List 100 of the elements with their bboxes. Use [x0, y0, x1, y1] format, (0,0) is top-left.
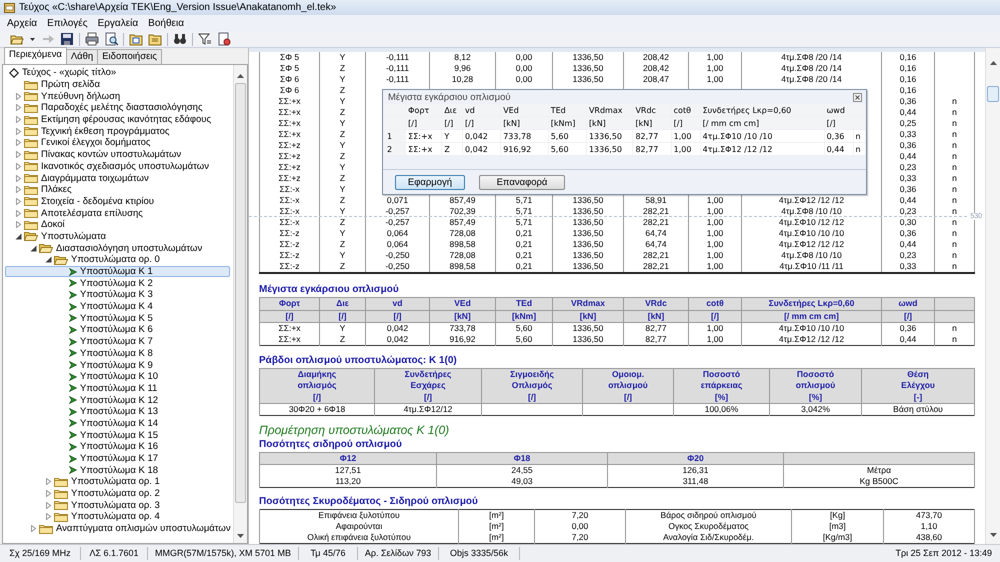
scrollbar[interactable]: [233, 65, 247, 543]
tree-item[interactable]: Υποστύλωμα Κ 11: [5, 382, 230, 394]
expand-arrow-icon[interactable]: [15, 116, 22, 124]
tree-item[interactable]: Υποστύλωμα Κ 6: [5, 324, 230, 336]
expand-arrow-icon[interactable]: [45, 478, 52, 486]
scroll-up-icon[interactable]: [237, 73, 244, 79]
tree-item[interactable]: Πλάκες: [5, 184, 230, 196]
tree-item[interactable]: Υποστύλωμα Κ 5: [5, 312, 230, 324]
tree-item[interactable]: Υποστύλωμα Κ 3: [5, 289, 230, 301]
table-cell: ΣΣ:-z: [260, 239, 320, 250]
tree-item[interactable]: Υποστυλώματα ορ. 0: [5, 254, 230, 266]
table-cell: Βάρος σιδηρού οπλισμού: [626, 509, 792, 521]
tree-item[interactable]: Υποστύλωμα Κ 2: [5, 277, 230, 290]
tree-item[interactable]: Παραδοχές μελέτης διαστασιολόγησης: [5, 102, 230, 114]
expand-arrow-icon[interactable]: [15, 210, 22, 217]
tree-item[interactable]: Αποτελέσματα επίλυσης: [5, 207, 230, 219]
scrollbar[interactable]: [985, 48, 1000, 544]
scroll-thumb[interactable]: [235, 83, 246, 503]
table-cell: ΣΣ:+x: [260, 96, 320, 108]
tree-item[interactable]: Υποστύλωμα Κ 17: [5, 452, 230, 464]
tree-item[interactable]: Υποστύλωμα Κ 12: [5, 394, 230, 406]
tree-item[interactable]: Υποστύλωμα Κ 13: [5, 406, 230, 418]
table-cell: 7,20: [534, 532, 626, 544]
tree-item[interactable]: Τεύχος - «χωρίς τίτλο»: [5, 67, 230, 79]
tree-item[interactable]: Υποστύλωμα Κ 10: [5, 370, 230, 383]
menu-item[interactable]: Επιλογές: [42, 18, 93, 28]
tree-item[interactable]: Γενικοί έλεγχοι δομήματος: [5, 137, 230, 149]
folder-icon[interactable]: [148, 32, 162, 46]
expand-arrow-icon[interactable]: [15, 198, 22, 205]
table-cell: 1,00: [688, 322, 742, 334]
table-cell: n: [934, 250, 974, 262]
table-cell: Αφαιρούνται: [260, 520, 458, 532]
tree-item[interactable]: Διαστασιολόγηση υποστυλωμάτων: [5, 242, 230, 254]
table-cell: ΣΣ:-x: [260, 206, 320, 218]
tree-item[interactable]: Υποστυλώματα ορ. 3: [5, 499, 230, 512]
table-cell: 4τμ.ΣΦ12 /12 /12: [700, 142, 824, 156]
collapse-arrow-icon[interactable]: [30, 244, 37, 252]
menu-item[interactable]: Εργαλεία: [92, 18, 144, 28]
scroll-thumb[interactable]: [987, 86, 999, 102]
dialog-button[interactable]: Εφαρμογή: [395, 174, 465, 190]
expand-arrow-icon[interactable]: [15, 128, 22, 135]
expand-arrow-icon[interactable]: [15, 151, 22, 158]
table-cell: -0,111: [366, 74, 430, 86]
tree-item[interactable]: Υποστύλωμα Κ 9: [5, 359, 230, 371]
tree-item[interactable]: Στοιχεία - δεδομένα κτιρίου: [5, 196, 230, 208]
table-cell: Z: [320, 173, 366, 184]
tree-item[interactable]: Υποστύλωμα Κ 1: [5, 266, 230, 278]
scroll-down-icon[interactable]: [237, 533, 244, 539]
tab[interactable]: Ειδοποιήσεις: [97, 49, 162, 64]
expand-arrow-icon[interactable]: [45, 490, 52, 498]
expand-arrow-icon[interactable]: [15, 139, 22, 146]
print-preview-icon[interactable]: [104, 32, 118, 46]
tab[interactable]: Λάθη: [66, 49, 98, 64]
expand-arrow-icon[interactable]: [45, 502, 52, 509]
tree-item[interactable]: Υποστυλώματα ορ. 2: [5, 488, 230, 500]
tree-item[interactable]: Υποστύλωμα Κ 16: [5, 441, 230, 453]
tree-item[interactable]: Πρώτη σελίδα: [5, 78, 230, 90]
tree-item[interactable]: Ικανοτικός σχεδιασμός υποστυλωμάτων: [5, 160, 230, 172]
tab[interactable]: Περιεχόμενα: [4, 47, 67, 64]
folder-icon[interactable]: [129, 32, 143, 46]
binoculars-icon[interactable]: [173, 32, 187, 46]
expand-arrow-icon[interactable]: [45, 513, 52, 520]
menu-item[interactable]: Αρχεία: [2, 18, 42, 28]
tree-item[interactable]: Υποστύλωμα Κ 4: [5, 300, 230, 312]
tree-item[interactable]: Τεχνική έκθεση προγράμματος: [5, 125, 230, 138]
collapse-arrow-icon[interactable]: [45, 256, 52, 264]
expand-arrow-icon[interactable]: [15, 92, 22, 100]
tree-item[interactable]: Υποστύλωμα Κ 7: [5, 336, 230, 348]
expand-arrow-icon[interactable]: [15, 174, 22, 182]
filter-icon[interactable]: [198, 32, 212, 46]
export-icon[interactable]: [41, 32, 55, 46]
tree-item[interactable]: Πίνακας κοντών υποστυλωμάτων: [5, 148, 230, 160]
close-icon[interactable]: [853, 92, 862, 102]
dialog-button[interactable]: Επαναφορά: [479, 174, 565, 190]
tree-item[interactable]: Εκτίμηση φέρουσας ικανότητας εδάφους: [5, 114, 230, 126]
tree-item[interactable]: Υποστυλώματα: [5, 230, 230, 242]
tree-item[interactable]: Υποστύλωμα Κ 14: [5, 418, 230, 430]
tree-item[interactable]: Υποστυλώματα ορ. 1: [5, 476, 230, 488]
tree-item[interactable]: Υποστυλώματα ορ. 4: [5, 511, 230, 523]
scroll-up-icon[interactable]: [990, 60, 996, 66]
tree-item[interactable]: Υποστύλωμα Κ 8: [5, 348, 230, 360]
expand-arrow-icon[interactable]: [15, 221, 22, 228]
tree-item[interactable]: Υποστύλωμα Κ 15: [5, 429, 230, 441]
expand-arrow-icon[interactable]: [15, 104, 22, 112]
scroll-down-icon[interactable]: [990, 532, 996, 538]
table-cell: 916,92: [500, 142, 548, 156]
expand-arrow-icon[interactable]: [15, 186, 22, 194]
collapse-arrow-icon[interactable]: [15, 232, 22, 240]
tree-item[interactable]: Υποστύλωμα Κ 18: [5, 464, 230, 476]
print-icon[interactable]: [85, 32, 99, 46]
expand-arrow-icon[interactable]: [15, 162, 22, 170]
tree-item[interactable]: Διαγράμματα τοιχωμάτων: [5, 172, 230, 184]
tree-item[interactable]: Υπεύθυνη δήλωση: [5, 90, 230, 102]
tree-item[interactable]: Αναπτύγματα οπλισμών υποστυλωμάτων: [5, 522, 230, 534]
save-icon[interactable]: [60, 32, 74, 46]
menu-item[interactable]: Βοήθεια: [143, 18, 189, 28]
tree-item[interactable]: Δοκοί: [5, 218, 230, 231]
expand-arrow-icon[interactable]: [30, 525, 37, 532]
unit-label: [kN]: [552, 310, 624, 323]
table-cell: 1336,50: [552, 239, 624, 250]
